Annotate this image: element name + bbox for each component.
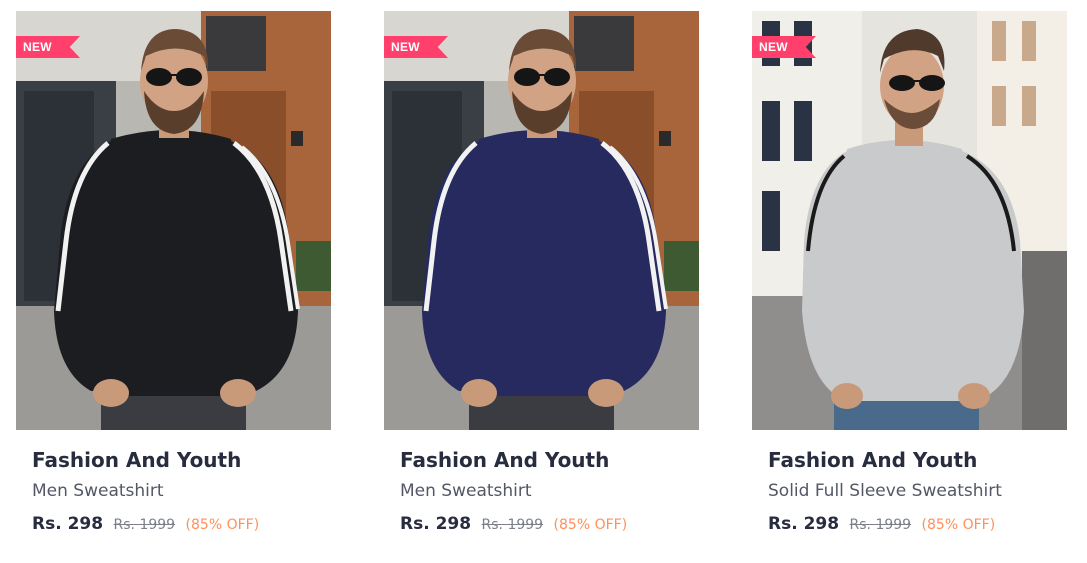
product-info: Fashion And Youth Men Sweatshirt Rs. 298… bbox=[400, 445, 690, 537]
product-discount: (85% OFF) bbox=[185, 517, 260, 533]
product-image[interactable]: NEW bbox=[752, 11, 1067, 430]
product-brand: Fashion And Youth bbox=[32, 448, 242, 472]
product-name: Solid Full Sleeve Sweatshirt bbox=[768, 481, 1002, 501]
product-card[interactable]: NEW Fashion And Youth Men Sweatshirt Rs.… bbox=[16, 11, 331, 551]
product-image[interactable]: NEW bbox=[384, 11, 699, 430]
product-name: Men Sweatshirt bbox=[32, 481, 164, 501]
product-mrp: Rs. 1999 bbox=[481, 517, 544, 533]
product-card[interactable]: NEW Fashion And Youth Solid Full Sleeve … bbox=[752, 11, 1067, 551]
product-brand: Fashion And Youth bbox=[400, 448, 610, 472]
product-image[interactable]: NEW bbox=[16, 11, 331, 430]
product-name: Men Sweatshirt bbox=[400, 481, 532, 501]
price-row: Rs. 298 Rs. 1999 (85% OFF) bbox=[400, 511, 690, 537]
product-mrp: Rs. 1999 bbox=[113, 517, 176, 533]
product-card[interactable]: NEW Fashion And Youth Men Sweatshirt Rs.… bbox=[384, 11, 699, 551]
product-discount: (85% OFF) bbox=[921, 517, 996, 533]
product-price: Rs. 298 bbox=[32, 514, 104, 534]
product-info: Fashion And Youth Solid Full Sleeve Swea… bbox=[768, 445, 1058, 537]
price-row: Rs. 298 Rs. 1999 (85% OFF) bbox=[768, 511, 1058, 537]
product-info: Fashion And Youth Men Sweatshirt Rs. 298… bbox=[32, 445, 322, 537]
product-price: Rs. 298 bbox=[400, 514, 472, 534]
product-grid: NEW Fashion And Youth Men Sweatshirt Rs.… bbox=[0, 0, 1087, 563]
product-discount: (85% OFF) bbox=[553, 517, 628, 533]
price-row: Rs. 298 Rs. 1999 (85% OFF) bbox=[32, 511, 322, 537]
product-brand: Fashion And Youth bbox=[768, 448, 978, 472]
product-mrp: Rs. 1999 bbox=[849, 517, 912, 533]
product-price: Rs. 298 bbox=[768, 514, 840, 534]
